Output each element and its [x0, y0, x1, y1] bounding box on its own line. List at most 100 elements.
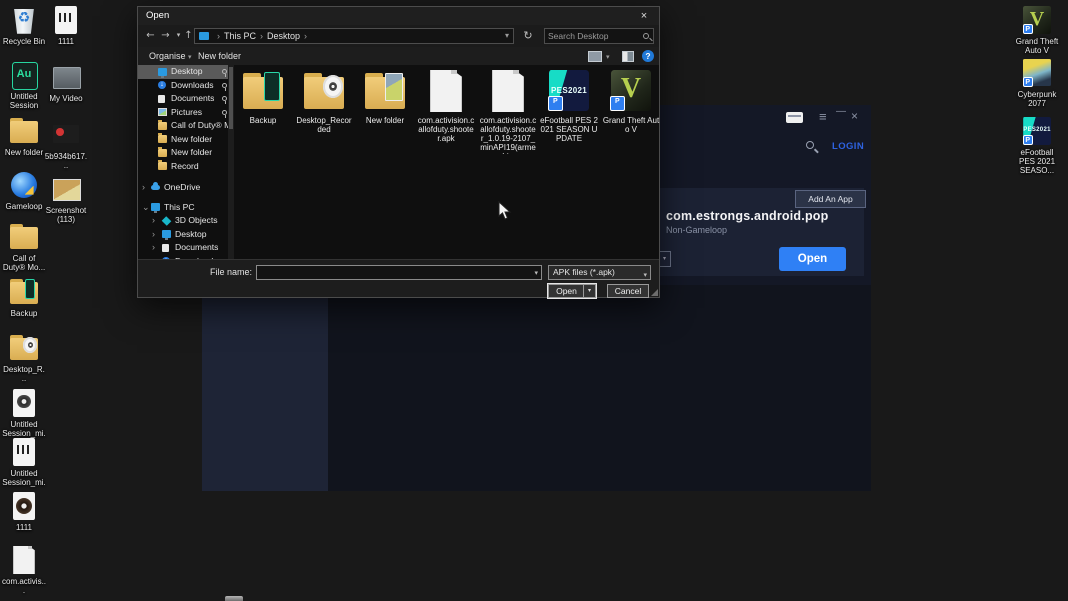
refresh-icon[interactable]: ↻ — [520, 28, 536, 44]
gift-card-icon[interactable] — [786, 112, 803, 123]
sidebar-item-desktop[interactable]: Desktop — [138, 65, 234, 79]
disc-document-icon — [9, 388, 39, 418]
file-type-dropdown-icon: ▾ — [643, 269, 647, 282]
sidebar-item-new-folder-2[interactable]: New folder — [138, 146, 234, 160]
folder-disc-icon — [302, 69, 346, 113]
file-item-desktop-recorded[interactable]: Desktop_Recorded — [295, 69, 353, 134]
sidebar-item-3d-objects[interactable]: ›3D Objects — [138, 214, 234, 228]
collapse-icon[interactable]: ⌄ — [142, 201, 150, 215]
close-icon[interactable]: × — [851, 109, 858, 123]
desktop-icon-cyberpunk[interactable]: P Cyberpunk 2077 — [1012, 58, 1062, 108]
audio-document-icon — [9, 437, 39, 467]
file-item-backup[interactable]: Backup — [234, 69, 292, 125]
minimize-icon[interactable]: — — [836, 106, 846, 117]
views-icon[interactable] — [588, 51, 602, 62]
gameloop-open-button[interactable]: Open — [779, 247, 846, 271]
login-button[interactable]: LOGIN — [832, 141, 864, 152]
apk-association-badge: P — [1023, 24, 1033, 34]
file-item-cod-apk-versioned[interactable]: com.activision.callofduty.shooter_1.0.19… — [479, 69, 537, 154]
desktop-icon-gameloop[interactable]: Gameloop — [2, 170, 46, 211]
dialog-title: Open — [146, 10, 169, 21]
desktop-icon-my-video[interactable]: My Video — [44, 62, 88, 103]
sidebar-item-downloads[interactable]: ↓Downloads — [138, 79, 234, 93]
folder-disc-icon — [9, 333, 39, 363]
organise-menu[interactable]: Organise ▾ — [149, 51, 192, 61]
apk-file-icon — [424, 69, 468, 113]
apk-file-icon — [486, 69, 530, 113]
sidebar-item-pc-documents[interactable]: ›Documents — [138, 241, 234, 255]
sidebar-item-pictures[interactable]: Pictures — [138, 106, 234, 120]
cancel-button[interactable]: Cancel — [607, 284, 649, 298]
desktop-icon-com-activis[interactable]: com.activis... — [2, 545, 46, 595]
views-dropdown-icon[interactable]: ▾ — [606, 53, 610, 61]
desktop-icon-untitled-session[interactable]: Au Untitled Session — [2, 60, 46, 110]
gameloop-icon — [9, 170, 39, 200]
folder-icon — [158, 135, 167, 143]
apk-association-badge: P — [1023, 135, 1033, 145]
desktop-icon-untitled-session-audio[interactable]: Untitled Session_mi... — [2, 437, 46, 496]
sidebar-item-documents[interactable]: Documents — [138, 92, 234, 106]
app-package-name: com.estrongs.android.pop — [666, 209, 828, 223]
sidebar-item-pc-desktop[interactable]: ›Desktop — [138, 228, 234, 242]
app-type-label: Non-Gameloop — [666, 225, 727, 235]
desktop-icon-backup-folder[interactable]: Backup — [2, 277, 46, 318]
add-an-app-button[interactable]: Add An App — [795, 190, 866, 208]
apk-association-badge: P — [1023, 77, 1033, 87]
desktop-icon-recycle-bin[interactable]: Recycle Bin — [2, 5, 46, 46]
onedrive-icon — [151, 185, 160, 190]
breadcrumb: ›This PC›Desktop› — [213, 29, 311, 43]
help-icon[interactable]: ? — [642, 50, 654, 62]
file-type-select[interactable]: APK files (*.apk) ▾ — [548, 265, 651, 280]
breadcrumb-desktop[interactable]: Desktop — [267, 31, 300, 41]
pes-2021-icon: PES2021 P — [1022, 116, 1052, 146]
desktop-icon-1111-disc[interactable]: 1111 — [2, 491, 46, 532]
dialog-titlebar[interactable]: Open × — [138, 7, 659, 25]
file-item-gta-v[interactable]: V P Grand Theft Auto V — [602, 69, 660, 134]
desktop-icon-cod-folder[interactable]: Call of Duty® Mo... — [2, 222, 46, 272]
file-item-pes-2021[interactable]: PES2021 P eFootball PES 2021 SEASON UPDA… — [540, 69, 598, 143]
sidebar-item-this-pc[interactable]: ⌄This PC — [138, 201, 234, 215]
desktop-icon-pes-2021[interactable]: PES2021 P eFootball PES 2021 SEASO... — [1012, 116, 1062, 175]
file-name-combobox[interactable]: ▾ — [256, 265, 542, 280]
search-icon[interactable] — [806, 141, 814, 149]
sidebar-item-new-folder-1[interactable]: New folder — [138, 133, 234, 147]
sidebar-item-onedrive[interactable]: ›OneDrive — [138, 181, 234, 195]
menu-icon[interactable]: ≡ — [819, 109, 827, 124]
desktop-icon-1111-audio[interactable]: 1111 — [44, 5, 88, 46]
dialog-footer: File name: ▾ APK files (*.apk) ▾ Open ▾ … — [138, 259, 659, 297]
back-icon[interactable]: ← — [144, 28, 157, 43]
resize-grip[interactable] — [651, 289, 658, 296]
desktop-icon-desktop-r-folder[interactable]: Desktop_R... — [2, 333, 46, 383]
file-name-input[interactable] — [260, 267, 526, 278]
new-folder-button[interactable]: New folder — [198, 51, 241, 61]
desktop-icon-screenshot-113[interactable]: Screenshot (113) — [44, 174, 88, 224]
search-input[interactable] — [548, 30, 640, 42]
audio-document-icon — [51, 5, 81, 35]
breadcrumb-this-pc[interactable]: This PC — [224, 31, 256, 41]
folder-au-icon — [9, 277, 39, 307]
scrollbar-thumb[interactable] — [229, 67, 233, 129]
sidebar-item-record[interactable]: Record — [138, 160, 234, 174]
address-bar[interactable]: ›This PC›Desktop› ▾ — [194, 28, 514, 44]
close-icon[interactable]: × — [633, 8, 655, 24]
search-box[interactable] — [544, 28, 654, 44]
sidebar-item-cod-folder[interactable]: Call of Duty® M — [138, 119, 234, 133]
address-dropdown-icon[interactable]: ▾ — [505, 29, 509, 43]
open-button[interactable]: Open ▾ — [548, 284, 596, 298]
open-split-dropdown-icon[interactable]: ▾ — [583, 285, 595, 297]
desktop-icon-gta-v[interactable]: V P Grand Theft Auto V — [1012, 5, 1062, 55]
forward-icon[interactable]: → — [159, 28, 172, 43]
dialog-navigation-bar: ← → ▾ ↑ ›This PC›Desktop› ▾ ↻ — [138, 25, 659, 47]
pin-icon — [222, 69, 227, 74]
desktop-icon-new-folder[interactable]: New folder — [2, 116, 46, 157]
pin-icon — [222, 83, 227, 88]
desktop-icon — [158, 68, 167, 76]
combobox-dropdown-icon[interactable]: ▾ — [534, 269, 538, 277]
gameloop-sidebar — [202, 285, 328, 491]
file-item-cod-apk[interactable]: com.activision.callofduty.shooter.apk — [417, 69, 475, 143]
preview-pane-icon[interactable] — [622, 51, 634, 62]
file-item-new-folder[interactable]: New folder — [356, 69, 414, 125]
desktop-icon-5b934b617[interactable]: 5b934b617... — [44, 120, 88, 170]
taskbar-icon-peek[interactable] — [225, 596, 243, 601]
expand-icon[interactable]: › — [142, 181, 145, 195]
